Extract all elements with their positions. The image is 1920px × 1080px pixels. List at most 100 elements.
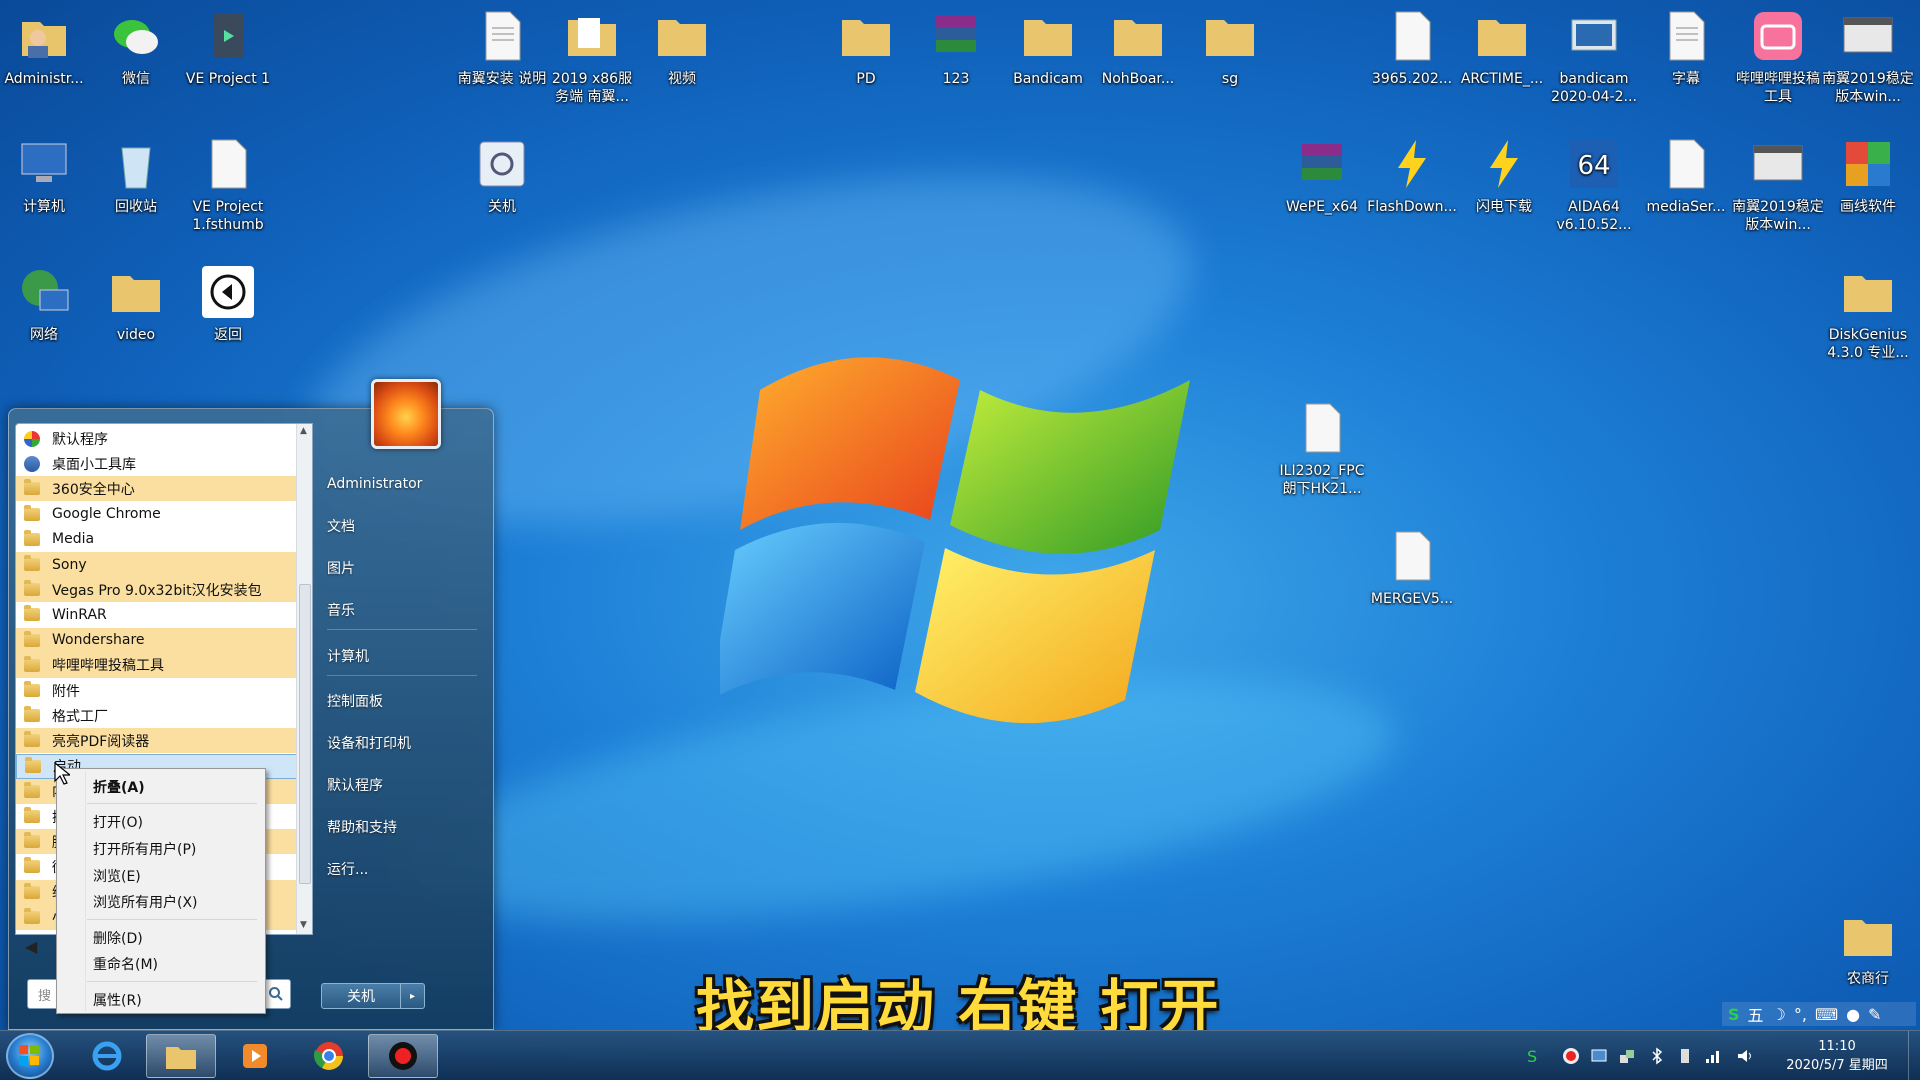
- start-button[interactable]: [6, 1033, 54, 1079]
- desktop-icon[interactable]: 南翼2019稳定版本win...: [1732, 128, 1824, 256]
- desktop-icon[interactable]: 关机: [456, 128, 548, 256]
- volume-icon[interactable]: [1736, 1047, 1754, 1065]
- search-icon[interactable]: [268, 986, 284, 1002]
- record-tray-icon[interactable]: [1562, 1047, 1580, 1065]
- show-desktop-button[interactable]: [1908, 1031, 1920, 1080]
- desktop-icon[interactable]: 返回: [182, 256, 274, 384]
- program-item[interactable]: 360安全中心: [16, 476, 298, 502]
- usb-device-icon[interactable]: [1676, 1047, 1694, 1065]
- desktop-icon[interactable]: 网络: [0, 256, 90, 384]
- start-right-music[interactable]: 音乐: [327, 595, 487, 625]
- desktop-icon[interactable]: 微信: [90, 0, 182, 128]
- ime-mode[interactable]: 五: [1748, 1002, 1764, 1026]
- start-right-computer[interactable]: 计算机: [327, 641, 487, 671]
- back-button[interactable]: ◀: [25, 937, 37, 956]
- desktop-icon[interactable]: mediaSer...: [1640, 128, 1732, 256]
- taskbar-clock[interactable]: 11:10 2020/5/7 星期四: [1782, 1037, 1892, 1075]
- desktop-icon[interactable]: 视频: [636, 0, 728, 128]
- program-item[interactable]: Google Chrome: [16, 502, 298, 527]
- network-tray-icon[interactable]: [1618, 1047, 1636, 1065]
- desktop-icon[interactable]: 回收站: [90, 128, 182, 256]
- desktop-icon[interactable]: 南翼安装 说明: [456, 0, 548, 128]
- taskbar-chrome[interactable]: [294, 1034, 364, 1078]
- desktop-icon[interactable]: 64 AIDA64 v6.10.52...: [1548, 128, 1640, 256]
- taskbar-media-player[interactable]: [220, 1034, 290, 1078]
- ctx-collapse[interactable]: 折叠(A): [93, 776, 145, 798]
- taskbar-recorder[interactable]: [368, 1034, 438, 1078]
- start-right-run[interactable]: 运行...: [327, 854, 487, 884]
- ctx-open-all-users[interactable]: 打开所有用户(P): [93, 838, 196, 860]
- program-item[interactable]: Media: [16, 527, 298, 552]
- start-right-control-panel[interactable]: 控制面板: [327, 686, 487, 716]
- ctx-properties[interactable]: 属性(R): [93, 989, 142, 1011]
- desktop-icon[interactable]: VE Project 1.fsthumb: [182, 128, 274, 256]
- ime-keyboard-icon[interactable]: ⌨: [1815, 1005, 1838, 1024]
- desktop-icon[interactable]: VE Project 1: [182, 0, 274, 128]
- program-item[interactable]: 亮亮PDF阅读器: [16, 728, 298, 754]
- taskbar-ie[interactable]: [72, 1034, 142, 1078]
- desktop-icon[interactable]: DiskGenius 4.3.0 专业...: [1822, 256, 1914, 384]
- ctx-open[interactable]: 打开(O): [93, 811, 143, 833]
- desktop-icon[interactable]: PD: [820, 0, 912, 128]
- desktop-icon[interactable]: 123: [910, 0, 1002, 128]
- desktop-icon[interactable]: 字幕: [1640, 0, 1732, 128]
- sogou-ime-logo-icon[interactable]: S: [1728, 1005, 1740, 1024]
- desktop-icon[interactable]: 南翼2019稳定版本win...: [1822, 0, 1914, 128]
- scroll-thumb[interactable]: [299, 584, 311, 884]
- program-item[interactable]: 格式工厂: [16, 703, 298, 728]
- desktop-icon[interactable]: 闪电下载: [1458, 128, 1550, 256]
- desktop-icon[interactable]: 哔哩哔哩投稿工具: [1732, 0, 1824, 128]
- program-item[interactable]: Wondershare: [16, 627, 298, 653]
- desktop-icon[interactable]: ARCTIME_...: [1456, 0, 1548, 128]
- desktop-icon[interactable]: Administr...: [0, 0, 90, 128]
- shutdown-button[interactable]: 关机: [321, 983, 401, 1009]
- program-item[interactable]: Sony: [16, 552, 298, 577]
- bluetooth-icon[interactable]: [1648, 1047, 1666, 1065]
- desktop-icon[interactable]: NohBoar...: [1092, 0, 1184, 128]
- ime-punctuation-icon[interactable]: °,: [1794, 1005, 1807, 1024]
- display-tray-icon[interactable]: [1590, 1047, 1608, 1065]
- start-right-administrator[interactable]: Administrator: [327, 469, 487, 499]
- folder-icon: [1478, 20, 1526, 56]
- program-item[interactable]: 默认程序: [16, 426, 298, 451]
- sogou-tray-icon[interactable]: S: [1524, 1047, 1542, 1065]
- desktop-icon[interactable]: 3965.202...: [1366, 0, 1458, 128]
- program-item[interactable]: 附件: [16, 678, 298, 703]
- start-right-documents[interactable]: 文档: [327, 511, 487, 541]
- start-right-devices-printers[interactable]: 设备和打印机: [327, 728, 487, 758]
- scroll-down-icon[interactable]: ▼: [300, 920, 307, 930]
- desktop-icon[interactable]: FlashDown...: [1366, 128, 1458, 256]
- shutdown-options-arrow-icon[interactable]: ▸: [401, 983, 425, 1009]
- programs-scrollbar[interactable]: ▲ ▼: [296, 424, 312, 934]
- ime-toolbar[interactable]: S 五 ☽ °, ⌨ ● ✎: [1722, 1002, 1916, 1026]
- desktop[interactable]: Administr... 微信 VE Project 1 南翼安装 说明 201…: [0, 0, 1920, 1030]
- desktop-icon[interactable]: 2019 x86服务端 南翼...: [546, 0, 638, 128]
- program-item[interactable]: 哔哩哔哩投稿工具: [16, 652, 298, 678]
- user-avatar[interactable]: [371, 379, 441, 449]
- ctx-explore-all-users[interactable]: 浏览所有用户(X): [93, 891, 198, 913]
- ime-halfwidth-moon-icon[interactable]: ☽: [1772, 1005, 1786, 1024]
- desktop-icon[interactable]: Bandicam: [1002, 0, 1094, 128]
- desktop-icon[interactable]: WePE_x64: [1276, 128, 1368, 256]
- desktop-icon[interactable]: video: [90, 256, 182, 384]
- ctx-delete[interactable]: 删除(D): [93, 927, 143, 949]
- desktop-icon[interactable]: sg: [1184, 0, 1276, 128]
- ctx-explore[interactable]: 浏览(E): [93, 865, 141, 887]
- program-item[interactable]: 桌面小工具库: [16, 451, 298, 476]
- signal-strength-icon[interactable]: [1704, 1047, 1722, 1065]
- scroll-up-icon[interactable]: ▲: [300, 426, 307, 436]
- start-right-help[interactable]: 帮助和支持: [327, 812, 487, 842]
- start-right-default-programs[interactable]: 默认程序: [327, 770, 487, 800]
- desktop-icon[interactable]: ILI2302_FPC 朗下HK21...: [1276, 392, 1368, 520]
- taskbar-explorer[interactable]: [146, 1034, 216, 1078]
- ime-tools-icon[interactable]: ✎: [1868, 1005, 1881, 1024]
- desktop-icon[interactable]: MERGEV5...: [1366, 520, 1458, 648]
- ctx-rename[interactable]: 重命名(M): [93, 953, 158, 975]
- program-item[interactable]: WinRAR: [16, 602, 298, 627]
- desktop-icon[interactable]: bandicam 2020-04-2...: [1548, 0, 1640, 128]
- desktop-icon[interactable]: 画线软件: [1822, 128, 1914, 256]
- desktop-icon[interactable]: 计算机: [0, 128, 90, 256]
- start-right-pictures[interactable]: 图片: [327, 553, 487, 583]
- program-item[interactable]: Vegas Pro 9.0x32bit汉化安装包: [16, 577, 298, 603]
- ime-user-icon[interactable]: ●: [1846, 1005, 1860, 1024]
